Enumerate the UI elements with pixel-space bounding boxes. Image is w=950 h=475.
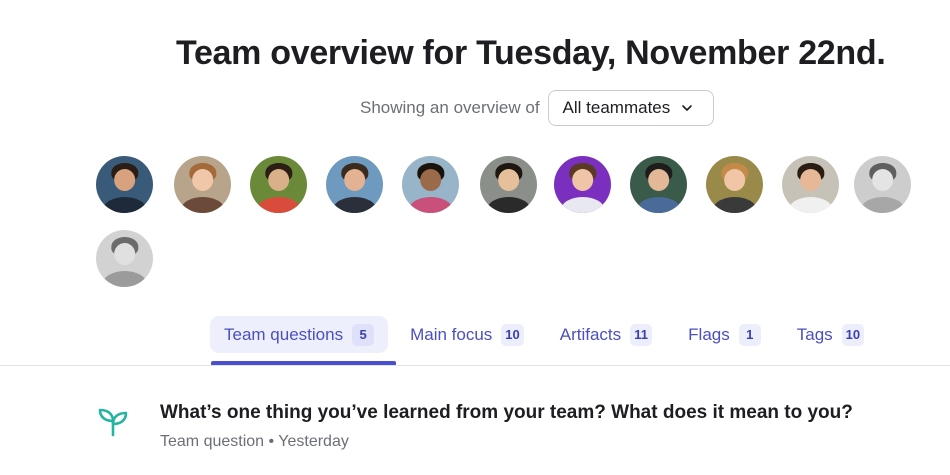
tab-count-badge: 5: [352, 323, 375, 346]
tab-label: Main focus: [410, 324, 493, 344]
avatar[interactable]: [96, 156, 153, 213]
avatar[interactable]: [326, 156, 383, 213]
avatar[interactable]: [250, 156, 307, 213]
tabs-divider: [0, 365, 950, 366]
question-title[interactable]: What’s one thing you’ve learned from you…: [160, 402, 853, 424]
sprout-icon: [98, 408, 128, 437]
chevron-down-icon: [682, 105, 693, 111]
tab-label: Artifacts: [559, 324, 622, 344]
tab-tags[interactable]: Tags 10: [783, 316, 878, 353]
tab-team-questions[interactable]: Team questions 5: [210, 316, 389, 353]
overview-tabs: Team questions 5 Main focus 10 Artifacts 11 Fl…: [210, 316, 886, 353]
teammates-select[interactable]: All teammates: [547, 90, 714, 126]
tab-count-badge: 10: [841, 323, 865, 346]
avatar[interactable]: [554, 156, 611, 213]
avatar[interactable]: [96, 230, 153, 287]
avatar[interactable]: [480, 156, 537, 213]
tab-count-badge: 1: [738, 323, 761, 346]
page-title: Team overview for Tuesday, November 22nd…: [176, 34, 886, 72]
tab-flags[interactable]: Flags 1: [674, 316, 775, 353]
tab-count-badge: 10: [501, 323, 524, 346]
tab-artifacts[interactable]: Artifacts 11: [546, 316, 666, 353]
avatar[interactable]: [402, 156, 459, 213]
filter-label: Showing an overview of: [360, 98, 540, 117]
tab-label: Flags: [688, 324, 730, 344]
avatar[interactable]: [854, 156, 911, 213]
tab-main-focus[interactable]: Main focus 10: [396, 316, 538, 353]
avatar[interactable]: [706, 156, 763, 213]
question-meta: Team question • Yesterday: [160, 433, 349, 450]
tab-count-badge: 11: [630, 323, 653, 346]
tab-label: Tags: [796, 324, 833, 344]
tab-label: Team questions: [224, 324, 344, 344]
avatar[interactable]: [630, 156, 687, 213]
overview-filter: Showing an overview of All teammates: [360, 90, 714, 126]
avatar[interactable]: [782, 156, 839, 213]
teammates-select-value: All teammates: [562, 98, 671, 117]
avatar[interactable]: [174, 156, 231, 213]
